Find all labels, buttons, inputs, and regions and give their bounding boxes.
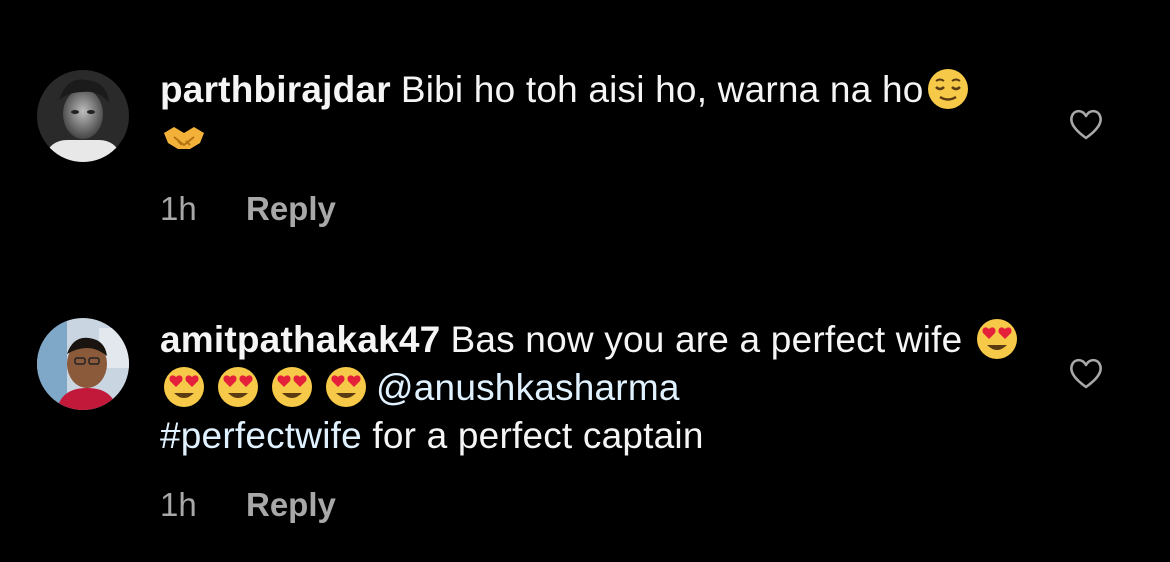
heart-outline-icon[interactable] — [1068, 107, 1104, 141]
heart-outline-icon[interactable] — [1068, 356, 1104, 390]
comment-timestamp: 1h — [160, 190, 197, 227]
hashtag-link[interactable]: #perfectwife — [160, 415, 362, 456]
comment-meta: 1h Reply — [160, 190, 336, 228]
reply-button[interactable]: Reply — [246, 486, 336, 523]
heart-eyes-emoji — [268, 365, 316, 409]
comment-username[interactable]: parthbirajdar — [160, 69, 391, 110]
comment-body: for a perfect captain — [361, 415, 704, 456]
comment-text: parthbirajdar Bibi ho toh aisi ho, warna … — [160, 66, 1030, 162]
relieved-face-emoji — [924, 67, 972, 111]
heart-eyes-emoji — [160, 365, 208, 409]
comment-item: amitpathakak47 Bas now you are a perfect … — [0, 262, 1170, 562]
comment-username[interactable]: amitpathakak47 — [160, 319, 440, 360]
comment-meta: 1h Reply — [160, 486, 336, 524]
avatar[interactable] — [37, 318, 129, 410]
heart-eyes-emoji — [214, 365, 262, 409]
comment-item: parthbirajdar Bibi ho toh aisi ho, warna … — [0, 0, 1170, 262]
mention-link[interactable]: @anushkasharma — [376, 367, 680, 408]
comment-timestamp: 1h — [160, 486, 197, 523]
comment-body: Bibi ho toh aisi ho, warna na ho — [400, 69, 924, 110]
heart-eyes-emoji — [973, 317, 1021, 361]
heart-eyes-emoji — [322, 365, 370, 409]
comment-body: Bas now you are a perfect wife — [450, 319, 973, 360]
handshake-emoji — [160, 115, 208, 159]
avatar[interactable] — [37, 70, 129, 162]
comment-text: amitpathakak47 Bas now you are a perfect … — [160, 316, 1030, 460]
reply-button[interactable]: Reply — [246, 190, 336, 227]
